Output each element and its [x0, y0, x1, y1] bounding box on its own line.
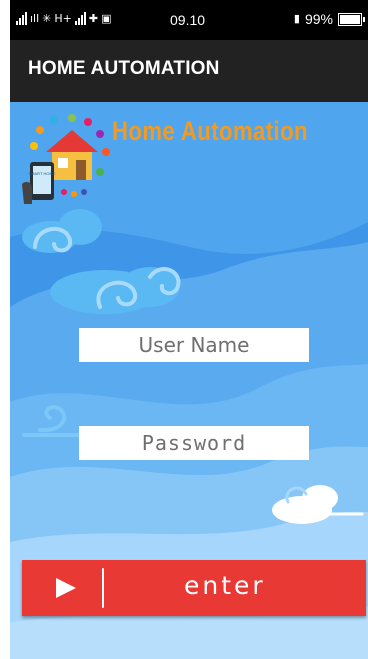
play-icon — [56, 578, 76, 598]
network-type: H+ — [54, 12, 72, 25]
action-bar: HOME AUTOMATION — [10, 40, 368, 102]
status-icons-left: ıll ✳ H+ ✚ ▣ — [16, 12, 112, 25]
button-divider — [102, 568, 104, 608]
status-bar: ıll ✳ H+ ✚ ▣ 09.10 ▮ 99% — [10, 0, 368, 40]
username-input[interactable] — [79, 328, 309, 362]
signal-icon — [16, 12, 27, 25]
smart-home-logo-icon: SMART HOME — [22, 114, 110, 204]
message-icon: ▣ — [101, 12, 112, 25]
vibrate-icon: ▮ — [293, 13, 300, 25]
enter-button[interactable]: enter — [22, 560, 366, 616]
status-time: 09.10 — [170, 12, 206, 28]
app-notification-icon: ✚ — [88, 12, 99, 25]
brand-title: Home Automation — [112, 116, 308, 146]
notification-icon: ✳ — [42, 12, 52, 25]
battery-icon — [338, 12, 365, 26]
signal-2-icon — [74, 12, 86, 25]
carrier-glyph: ıll — [30, 12, 40, 25]
app-screen: ıll ✳ H+ ✚ ▣ 09.10 ▮ 99% HOME AUTOMATION — [10, 0, 368, 659]
login-content: SMART HOME Home Automation enter — [10, 102, 368, 659]
enter-button-label: enter — [184, 571, 266, 600]
status-icons-right: ▮ 99% — [293, 11, 365, 27]
app-title: HOME AUTOMATION — [28, 58, 220, 79]
battery-percent: 99% — [304, 11, 333, 27]
password-input[interactable] — [79, 426, 309, 460]
logo-phone-text: SMART HOME — [29, 171, 56, 176]
